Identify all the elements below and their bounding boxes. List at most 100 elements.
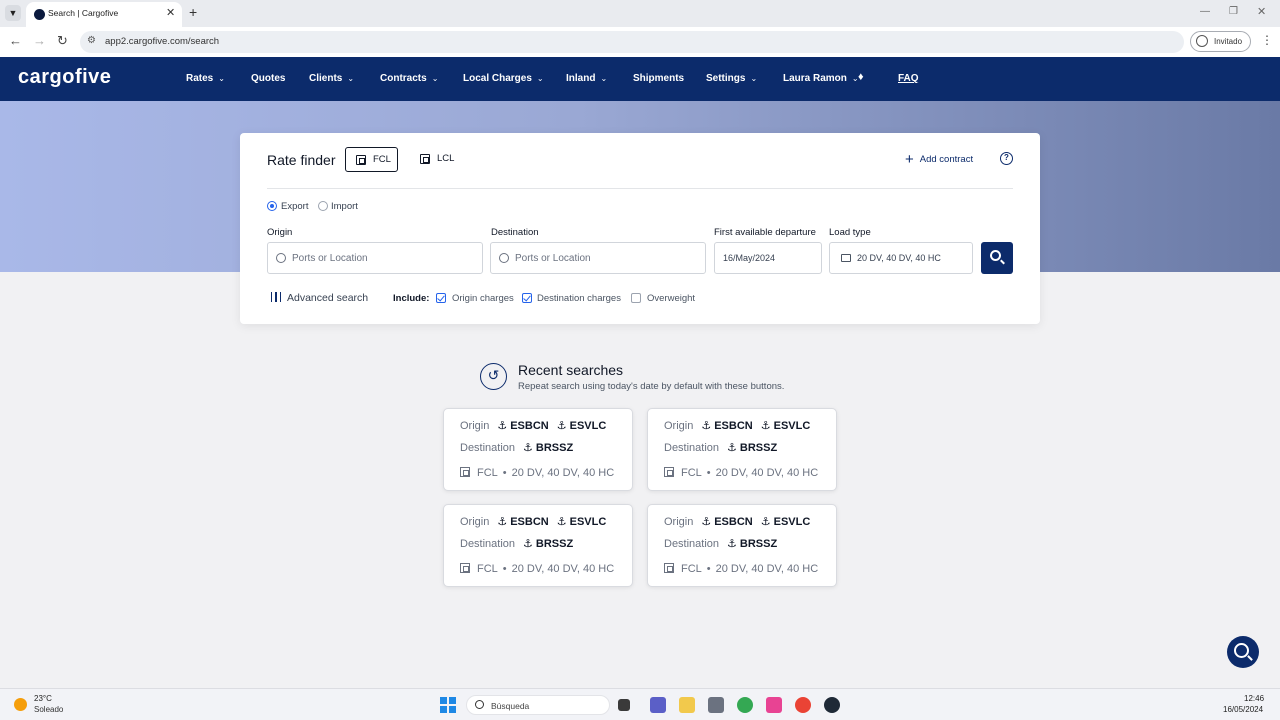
close-tab-icon[interactable]: ✕	[166, 6, 175, 19]
nav-user-label: Laura Ramon	[783, 73, 847, 84]
nav-shipments[interactable]: Shipments	[633, 73, 684, 84]
file-explorer-icon[interactable]	[679, 697, 695, 713]
bell-icon[interactable]: ♦	[858, 71, 864, 83]
nav-local-charges[interactable]: Local Charges ⌄	[463, 73, 544, 84]
overweight-checkbox[interactable]	[631, 293, 641, 303]
recent-search-card[interactable]: Origin ⚓ ESBCN ⚓ ESVLC Destination ⚓ BRSSZ FCL…	[443, 408, 633, 491]
origin-input[interactable]: Ports or Location	[267, 242, 483, 274]
task-view-icon[interactable]	[618, 699, 630, 711]
anchor-icon: ⚓	[760, 516, 771, 528]
nav-faq[interactable]: FAQ	[898, 73, 919, 84]
new-tab-icon[interactable]: +	[189, 4, 197, 20]
departure-date-input[interactable]: 16/May/2024	[714, 242, 822, 274]
load-type-select[interactable]: 20 DV, 40 DV, 40 HC	[829, 242, 973, 274]
nav-clients-label: Clients	[309, 73, 343, 84]
rate-finder-card: Rate finder FCL LCL + Add contract ? Expo…	[240, 133, 1040, 324]
chevron-down-icon: ⌄	[347, 74, 355, 83]
mode-lcl-label: LCL	[437, 153, 455, 164]
windows-start-icon[interactable]	[440, 697, 456, 713]
export-label[interactable]: Export	[281, 201, 308, 212]
container-grid-icon	[664, 467, 674, 477]
container-grid-icon	[460, 563, 470, 573]
mode-lcl-button[interactable]: LCL	[410, 147, 460, 172]
destination-label: Destination	[460, 442, 516, 454]
destination-charges-checkbox[interactable]	[522, 293, 532, 303]
profile-button[interactable]: Invitado	[1190, 31, 1251, 52]
cargofive-logo[interactable]: cargofive	[18, 66, 111, 89]
export-radio[interactable]	[267, 201, 277, 211]
search-help-fab[interactable]	[1227, 636, 1259, 668]
os-taskbar: 23°C Soleado Búsqueda 12:46 16/05/2024	[0, 688, 1280, 720]
anchor-icon: ⚓	[497, 516, 508, 528]
add-contract-button[interactable]: + Add contract	[905, 151, 973, 168]
clock-date[interactable]: 16/05/2024	[1223, 705, 1263, 714]
snipping-tool-icon[interactable]	[708, 697, 724, 713]
destination-input[interactable]: Ports or Location	[490, 242, 706, 274]
import-label[interactable]: Import	[331, 201, 358, 212]
departure-label: First available departure	[714, 227, 816, 238]
load-label: 20 DV, 40 DV, 40 HC	[511, 563, 615, 575]
restore-window-icon[interactable]: ❐	[1229, 6, 1238, 17]
recent-search-card[interactable]: Origin ⚓ ESBCN ⚓ ESVLC Destination ⚓ BRSSZ FCL…	[443, 504, 633, 587]
nav-quotes[interactable]: Quotes	[251, 73, 285, 84]
recent-searches-title: Recent searches	[518, 362, 624, 378]
close-window-icon[interactable]: ✕	[1257, 5, 1266, 18]
load-type-label: Load type	[829, 227, 871, 238]
origin-charges-label[interactable]: Origin charges	[452, 293, 514, 304]
origin-port: ESBCN	[510, 420, 549, 432]
minimize-window-icon[interactable]: —	[1200, 6, 1210, 17]
nav-contracts[interactable]: Contracts ⌄	[380, 73, 438, 84]
nav-local-charges-label: Local Charges	[463, 73, 532, 84]
destination-port: BRSSZ	[535, 442, 574, 454]
nav-clients[interactable]: Clients ⌄	[309, 73, 354, 84]
address-bar[interactable]: ⚙ app2.cargofive.com/search	[80, 31, 1184, 53]
weather-description[interactable]: Soleado	[34, 705, 63, 714]
teams-icon[interactable]	[650, 697, 666, 713]
destination-charges-label[interactable]: Destination charges	[537, 293, 621, 304]
tab-search-button[interactable]: ▼	[5, 5, 21, 21]
container-icon	[841, 254, 851, 262]
forward-arrow-icon[interactable]: →	[33, 34, 46, 48]
browser-toolbar: ← → ↻ ⚙ app2.cargofive.com/search Invita…	[0, 27, 1280, 57]
anchor-icon: ⚓	[701, 420, 712, 432]
back-arrow-icon[interactable]: ←	[9, 34, 22, 48]
mode-label: FCL	[681, 563, 702, 575]
search-button[interactable]	[981, 242, 1013, 274]
clock-time[interactable]: 12:46	[1244, 694, 1264, 703]
search-icon	[990, 250, 1001, 261]
nav-user-menu[interactable]: Laura Ramon ⌄	[783, 73, 859, 84]
nav-rates-label: Rates	[186, 73, 214, 84]
active-app-icon[interactable]	[824, 697, 840, 713]
url-text[interactable]: app2.cargofive.com/search	[105, 36, 219, 47]
taskbar-search[interactable]: Búsqueda	[466, 695, 610, 715]
overweight-label[interactable]: Overweight	[647, 293, 695, 304]
nav-settings[interactable]: Settings ⌄	[706, 73, 757, 84]
sun-icon[interactable]	[14, 698, 27, 711]
browser-tab[interactable]: Search | Cargofive ✕	[26, 2, 182, 27]
slack-icon[interactable]	[766, 697, 782, 713]
rate-finder-title: Rate finder	[267, 152, 336, 168]
origin-port: ESVLC	[773, 420, 811, 432]
weather-temperature[interactable]: 23°C	[34, 694, 52, 703]
anchor-icon: ⚓	[556, 420, 567, 432]
mode-label: FCL	[477, 467, 498, 479]
mode-fcl-button[interactable]: FCL	[345, 147, 398, 172]
sliders-icon	[271, 292, 281, 302]
advanced-search-button[interactable]: Advanced search	[271, 292, 368, 304]
recent-searches-subtitle: Repeat search using today's date by defa…	[518, 381, 785, 392]
recent-search-card[interactable]: Origin ⚓ ESBCN ⚓ ESVLC Destination ⚓ BRSSZ FCL…	[647, 408, 837, 491]
chevron-down-icon: ⌄	[431, 74, 439, 83]
chrome-profile-icon[interactable]	[737, 697, 753, 713]
browser-menu-icon[interactable]: ⋮	[1261, 33, 1273, 47]
origin-charges-checkbox[interactable]	[436, 293, 446, 303]
site-info-icon[interactable]: ⚙	[87, 35, 96, 46]
nav-rates[interactable]: Rates ⌄	[186, 73, 225, 84]
import-radio[interactable]	[318, 201, 328, 211]
destination-label: Destination	[460, 538, 516, 550]
reload-icon[interactable]: ↻	[57, 34, 68, 48]
nav-inland[interactable]: Inland ⌄	[566, 73, 607, 84]
recent-search-card[interactable]: Origin ⚓ ESBCN ⚓ ESVLC Destination ⚓ BRSSZ FCL…	[647, 504, 837, 587]
chrome-icon[interactable]	[795, 697, 811, 713]
help-icon[interactable]: ?	[1000, 152, 1013, 165]
load-label: 20 DV, 40 DV, 40 HC	[715, 563, 819, 575]
